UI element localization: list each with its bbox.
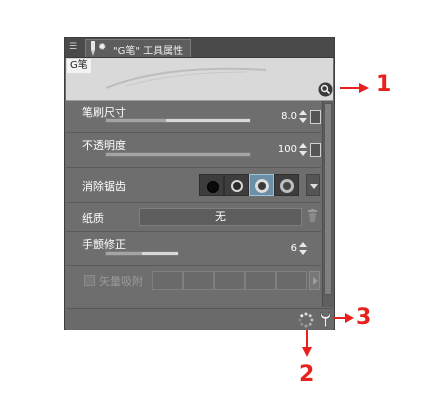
brush-size-row: 笔刷尺寸 8.0 <box>66 101 321 132</box>
tab-tool-property[interactable]: ✹ "G笔" 工具属性 <box>85 39 191 57</box>
preview-label: G笔 <box>67 59 91 73</box>
opacity-value[interactable]: 100 <box>269 144 297 155</box>
tool-property-panel: ☰ ✹ "G笔" 工具属性 G笔 笔刷尺寸 8.0 不透明度 100 消除锯齿 … <box>64 37 335 330</box>
paper-label: 纸质 <box>82 212 104 225</box>
brush-size-spinner[interactable] <box>299 110 307 124</box>
paper-row: 纸质 无 <box>66 203 321 231</box>
vector-snap-arrow[interactable] <box>309 271 320 290</box>
panel-titlebar: ☰ ✹ "G笔" 工具属性 <box>65 38 334 58</box>
antialias-none-button[interactable] <box>199 174 224 196</box>
antialias-dropdown[interactable] <box>306 174 320 196</box>
annotation-label-3: 3 <box>356 305 372 330</box>
annotation-label-2: 2 <box>299 362 315 387</box>
loading-dots-icon[interactable] <box>298 312 314 328</box>
menu-lines-icon[interactable]: ☰ <box>69 42 79 52</box>
antialias-weak-button[interactable] <box>224 174 249 196</box>
opacity-popup-button[interactable] <box>310 143 321 157</box>
scrollbar-thumb[interactable] <box>324 103 332 295</box>
stabilizer-spinner[interactable] <box>299 242 307 256</box>
vector-snap-option[interactable] <box>276 271 307 290</box>
magnifier-icon[interactable] <box>318 82 333 97</box>
gear-icon[interactable]: ✹ <box>98 43 108 53</box>
brush-size-popup-button[interactable] <box>310 110 321 124</box>
vector-snap-option[interactable] <box>152 271 183 290</box>
vector-snap-label: 矢量吸附 <box>99 275 143 288</box>
pen-icon <box>91 41 95 56</box>
stabilizer-slider-fill <box>106 252 142 255</box>
stabilizer-label: 手颤修正 <box>82 238 126 251</box>
properties-list: 笔刷尺寸 8.0 不透明度 100 消除锯齿 纸质 无 手颤修正 6 矢量吸附 <box>66 101 321 307</box>
opacity-row: 不透明度 100 <box>66 133 321 167</box>
panel-footer <box>66 308 333 330</box>
brush-size-slider-fill <box>106 119 167 122</box>
brush-size-slider[interactable] <box>105 118 251 123</box>
antialias-strong-button[interactable] <box>274 174 299 196</box>
vector-snap-row: 矢量吸附 <box>66 266 321 296</box>
stabilizer-value[interactable]: 6 <box>269 243 297 254</box>
brush-stroke-preview <box>105 67 267 89</box>
trash-icon[interactable] <box>307 209 318 223</box>
opacity-spinner[interactable] <box>299 143 307 157</box>
antialias-options <box>199 174 300 196</box>
annotation-label-1: 1 <box>376 72 392 97</box>
brush-size-value[interactable]: 8.0 <box>269 111 297 122</box>
brush-preview: G笔 <box>66 58 333 101</box>
wrench-icon[interactable] <box>318 311 331 328</box>
stabilizer-row: 手颤修正 6 <box>66 232 321 265</box>
properties-scrollbar[interactable] <box>322 101 334 307</box>
vector-snap-option[interactable] <box>245 271 276 290</box>
arrow-right-icon <box>340 83 369 93</box>
antialias-medium-button[interactable] <box>249 174 274 196</box>
paper-select-button[interactable]: 无 <box>139 208 302 226</box>
vector-snap-option[interactable] <box>183 271 214 290</box>
arrow-right-icon <box>333 313 354 323</box>
vector-snap-checkbox[interactable] <box>84 275 95 286</box>
antialias-label: 消除锯齿 <box>82 180 126 193</box>
opacity-slider-fill <box>106 153 250 156</box>
opacity-slider[interactable] <box>105 152 251 157</box>
arrow-down-icon <box>302 330 312 357</box>
opacity-label: 不透明度 <box>82 139 126 152</box>
stabilizer-slider[interactable] <box>105 251 179 256</box>
antialias-row: 消除锯齿 <box>66 168 321 202</box>
tab-title: "G笔" 工具属性 <box>113 46 184 57</box>
vector-snap-option[interactable] <box>214 271 245 290</box>
